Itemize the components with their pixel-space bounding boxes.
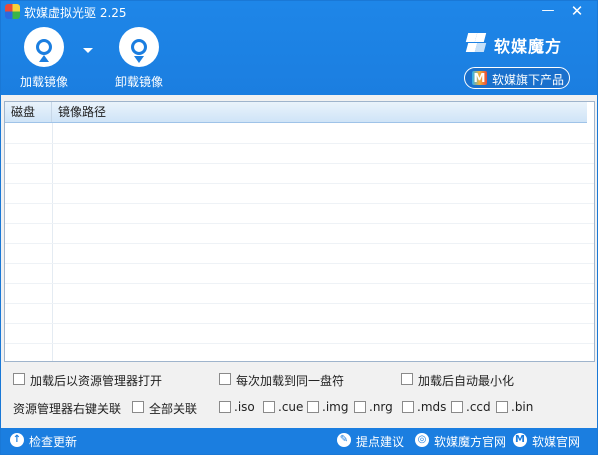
table-row-gridline (5, 323, 594, 324)
header: 软媒虚拟光驱 2.25 — ✕ 加载镜像 卸载镜像 软媒魔方 M 软媒旗下产品 (1, 1, 597, 95)
brand-logo[interactable]: 软媒魔方 (464, 31, 594, 56)
checkbox-assoc-all[interactable] (132, 401, 144, 413)
label-ext-mds: .mds (417, 400, 447, 414)
lightbulb-icon: ✎ (337, 433, 351, 447)
checkbox-minimize-after-mount[interactable] (401, 373, 413, 385)
checkbox-open-explorer[interactable] (13, 373, 25, 385)
option-ext-cue[interactable]: .cue (263, 400, 303, 414)
table-row-gridline (5, 203, 594, 204)
option-ext-img[interactable]: .img (307, 400, 349, 414)
table-row-gridline (5, 243, 594, 244)
label-ext-bin: .bin (511, 400, 534, 414)
table-row-gridline (5, 303, 594, 304)
mount-image-label: 加载镜像 (19, 75, 68, 89)
check-update-link[interactable]: ↑ 检查更新 (10, 433, 80, 449)
mount-image-button[interactable]: 加载镜像 (9, 27, 79, 91)
checkbox-ext-bin[interactable] (496, 401, 508, 413)
cube-icon (464, 33, 487, 53)
suggest-label: 提点建议 (356, 435, 405, 449)
checkbox-ext-iso[interactable] (219, 401, 231, 413)
option-same-drive-letter[interactable]: 每次加载到同一盘符 (219, 372, 359, 388)
products-label: 软媒旗下产品 (492, 73, 565, 87)
mofang-site-label: 软媒魔方官网 (434, 435, 507, 449)
ruanmei-products-button[interactable]: M 软媒旗下产品 (464, 67, 570, 89)
checkbox-ext-ccd[interactable] (451, 401, 463, 413)
app-window: 软媒虚拟光驱 2.25 — ✕ 加载镜像 卸载镜像 软媒魔方 M 软媒旗下产品 … (0, 0, 598, 455)
table-row-gridline (5, 223, 594, 224)
label-minimize-after-mount: 加载后自动最小化 (418, 374, 515, 388)
checkbox-same-drive-letter[interactable] (219, 373, 231, 385)
option-ext-mds[interactable]: .mds (402, 400, 446, 414)
ruanmei-site-link[interactable]: M 软媒官网 (513, 433, 591, 449)
table-body[interactable] (5, 123, 594, 361)
ruanmei-m-icon: M (513, 433, 527, 447)
mounted-images-table[interactable]: 磁盘 镜像路径 (4, 101, 595, 362)
label-open-explorer: 加载后以资源管理器打开 (30, 374, 163, 388)
suggest-link[interactable]: ✎ 提点建议 (337, 433, 407, 449)
checkbox-ext-img[interactable] (307, 401, 319, 413)
table-row-gridline (5, 263, 594, 264)
checkbox-ext-cue[interactable] (263, 401, 275, 413)
checkbox-ext-nrg[interactable] (354, 401, 366, 413)
upload-arrow-icon: ↑ (10, 433, 24, 447)
table-row-gridline (5, 183, 594, 184)
option-minimize-after-mount[interactable]: 加载后自动最小化 (401, 372, 521, 388)
mount-dropdown-caret-icon[interactable] (83, 48, 93, 53)
label-ext-cue: .cue (278, 400, 304, 414)
context-menu-assoc-label: 资源管理器右键关联 (13, 402, 122, 416)
label-ext-img: .img (322, 400, 349, 414)
unmount-image-button[interactable]: 卸载镜像 (104, 27, 174, 91)
minimize-button[interactable]: — (537, 2, 559, 20)
unmount-image-label: 卸载镜像 (114, 75, 163, 89)
mofang-site-link[interactable]: ◎ 软媒魔方官网 (415, 433, 507, 449)
column-divider (52, 123, 53, 361)
table-row-gridline (5, 343, 594, 344)
label-ext-iso: .iso (234, 400, 255, 414)
option-open-explorer[interactable]: 加载后以资源管理器打开 (13, 372, 173, 388)
label-ext-nrg: .nrg (369, 400, 393, 414)
title-bar: 软媒虚拟光驱 2.25 — ✕ (1, 1, 597, 23)
disc-mount-icon (24, 27, 64, 67)
table-row-gridline (5, 143, 594, 144)
window-title: 软媒虚拟光驱 2.25 (24, 6, 127, 20)
option-ext-nrg[interactable]: .nrg (354, 400, 396, 414)
globe-icon: ◎ (415, 433, 429, 447)
label-assoc-all: 全部关联 (149, 402, 198, 416)
brand-name: 软媒魔方 (494, 37, 563, 56)
option-ext-iso[interactable]: .iso (219, 400, 259, 414)
table-row-gridline (5, 163, 594, 164)
close-button[interactable]: ✕ (566, 2, 588, 20)
checkbox-ext-mds[interactable] (402, 401, 414, 413)
column-header-image-path[interactable]: 镜像路径 (52, 102, 587, 122)
app-logo-icon (5, 4, 20, 19)
label-same-drive-letter: 每次加载到同一盘符 (236, 374, 345, 388)
check-update-label: 检查更新 (29, 435, 78, 449)
table-row-gridline (5, 283, 594, 284)
table-header: 磁盘 镜像路径 (5, 102, 587, 123)
option-ext-bin[interactable]: .bin (496, 400, 536, 414)
label-ext-ccd: .ccd (466, 400, 491, 414)
option-assoc-all[interactable]: 全部关联 (132, 400, 212, 416)
ruanmei-site-label: 软媒官网 (532, 435, 581, 449)
disc-unmount-icon (119, 27, 159, 67)
option-ext-ccd[interactable]: .ccd (451, 400, 493, 414)
mofang-m-icon: M (472, 71, 487, 85)
column-header-disk[interactable]: 磁盘 (5, 102, 52, 122)
status-bar: ↑ 检查更新 ✎ 提点建议 ◎ 软媒魔方官网 M 软媒官网 (1, 428, 597, 454)
